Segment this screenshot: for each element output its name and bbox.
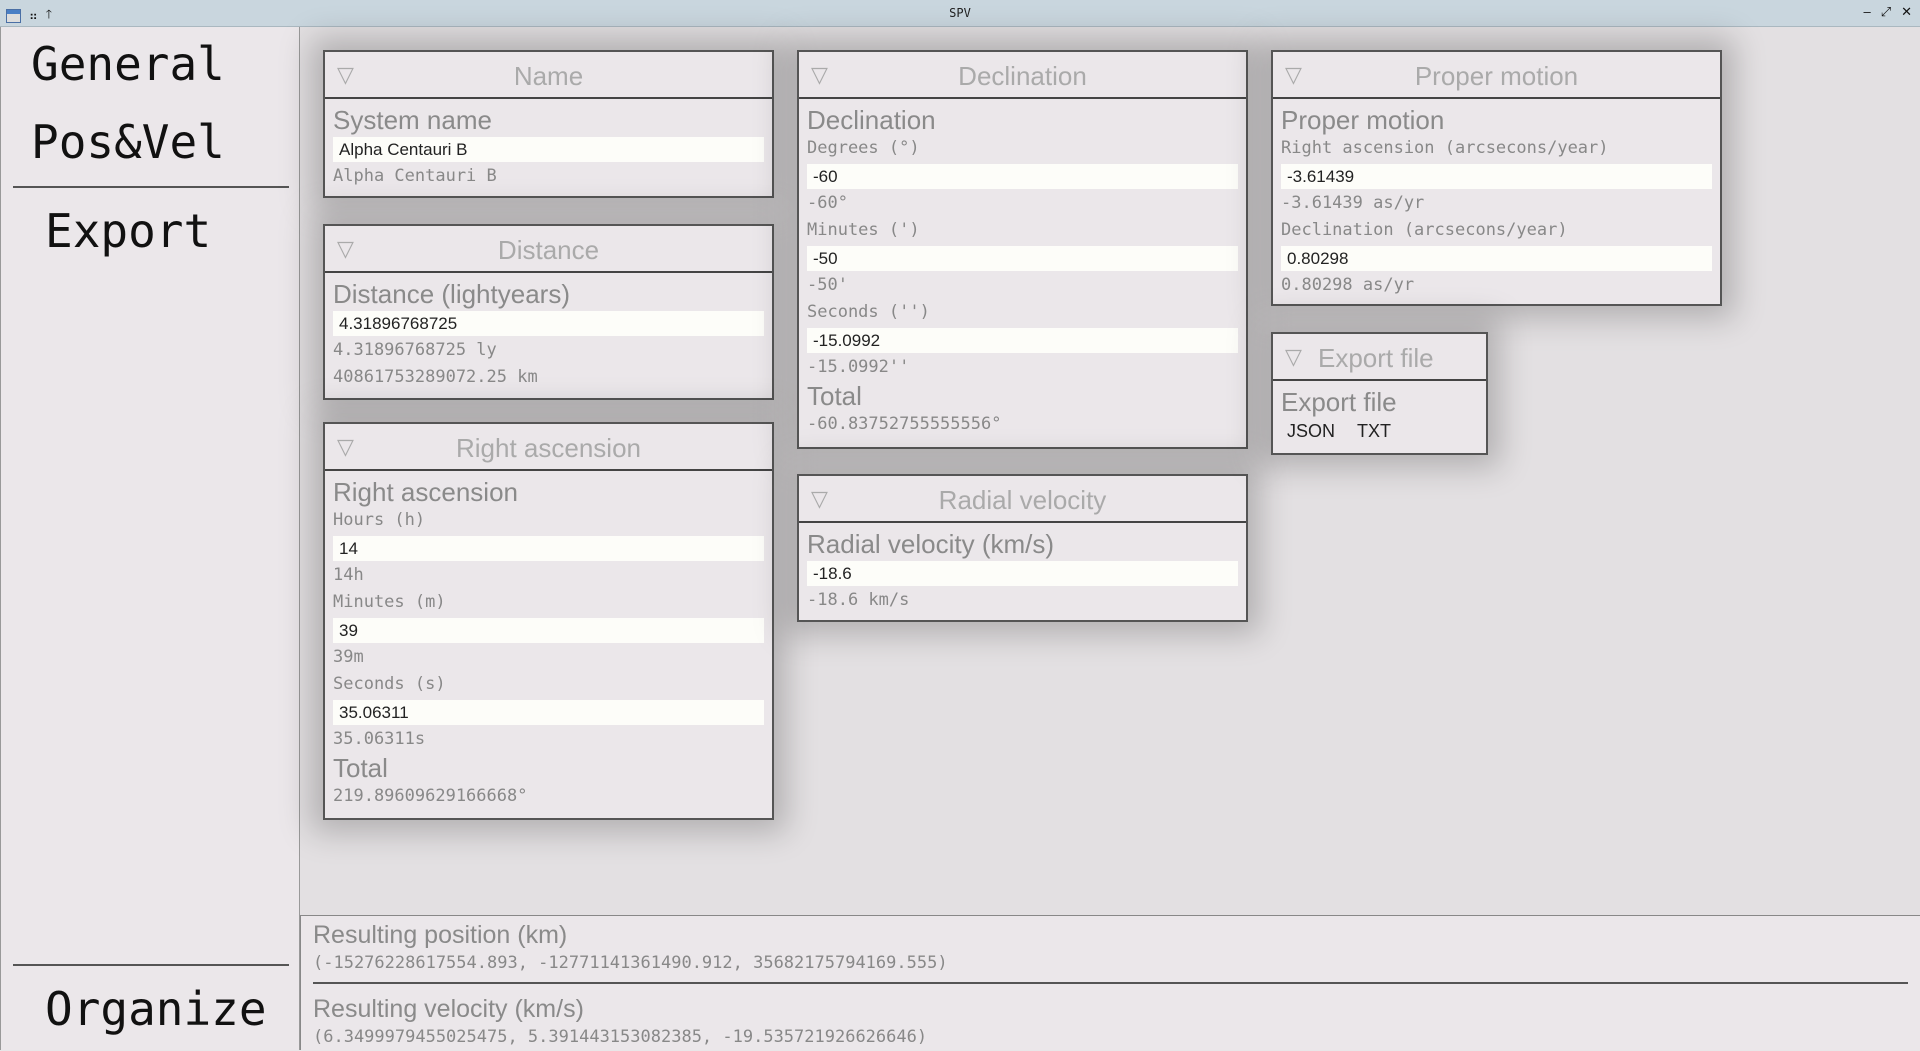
system-name-input[interactable] xyxy=(333,137,764,162)
panel-header[interactable]: ▽ Proper motion xyxy=(1273,52,1720,99)
sidebar-item-general[interactable]: General xyxy=(31,37,225,91)
panel-title: Distance xyxy=(497,235,600,265)
ra-minutes-label: Minutes (m) xyxy=(333,592,446,612)
window-title: SPV xyxy=(949,6,971,20)
panel-title: Radial velocity xyxy=(938,485,1107,515)
export-file-panel: ▽ Export file Export file JSON TXT xyxy=(1271,332,1488,455)
ra-seconds-label: Seconds (s) xyxy=(333,674,446,694)
dec-total-value: -60.83752755555556° xyxy=(807,414,1002,434)
pm-ra-label: Right ascension (arcsecons/year) xyxy=(1281,138,1609,158)
system-name-label: System name xyxy=(333,105,492,135)
resulting-position-value: (-15276228617554.893, -12771141361490.91… xyxy=(313,953,948,973)
dec-degrees-input[interactable] xyxy=(807,164,1238,189)
name-panel: ▽ Name System name Alpha Centauri B xyxy=(323,50,774,198)
declination-panel: ▽ Declination Declination Degrees (°) -60… xyxy=(797,50,1248,449)
export-file-label: Export file xyxy=(1281,387,1397,417)
sidebar-item-organize[interactable]: Organize xyxy=(45,982,267,1036)
title-bar: ⠶ 🡑 SPV ‒ ⤢ ✕ xyxy=(0,0,1920,27)
proper-motion-panel: ▽ Proper motion Proper motion Right ascen… xyxy=(1271,50,1722,306)
sidebar-item-pos-vel[interactable]: Pos&Vel xyxy=(31,115,225,169)
resulting-velocity-label: Resulting velocity (km/s) xyxy=(313,995,584,1023)
panel-header[interactable]: ▽ Right ascension xyxy=(325,424,772,471)
pm-ra-display: -3.61439 as/yr xyxy=(1281,193,1425,213)
dec-minutes-display: -50' xyxy=(807,275,848,295)
close-icon[interactable]: ✕ xyxy=(1901,4,1912,20)
panel-title: Name xyxy=(513,61,584,91)
dec-seconds-input[interactable] xyxy=(807,328,1238,353)
panel-title: Proper motion xyxy=(1414,61,1579,91)
ra-minutes-input[interactable] xyxy=(333,618,764,643)
system-name-display: Alpha Centauri B xyxy=(333,166,497,186)
results-divider xyxy=(313,982,1908,984)
panel-header[interactable]: ▽ Declination xyxy=(799,52,1246,99)
radial-velocity-panel: ▽ Radial velocity Radial velocity (km/s) … xyxy=(797,474,1248,622)
ra-hours-display: 14h xyxy=(333,565,364,585)
radial-velocity-display: -18.6 km/s xyxy=(807,590,910,610)
distance-ly-display: 4.31896768725 ly xyxy=(333,340,497,360)
panel-header[interactable]: ▽ Name xyxy=(325,52,772,99)
export-json-button[interactable]: JSON xyxy=(1287,421,1335,442)
sidebar-divider xyxy=(13,964,289,966)
main-area: ▽Name System name Alpha Centauri B ▽Dist… xyxy=(300,27,1920,915)
dec-label: Declination xyxy=(807,105,936,135)
panel-header[interactable]: ▽ Distance xyxy=(325,226,772,273)
dec-seconds-display: -15.0992'' xyxy=(807,357,910,377)
ra-hours-input[interactable] xyxy=(333,536,764,561)
radial-velocity-label: Radial velocity (km/s) xyxy=(807,529,1055,559)
panel-header[interactable]: ▽ Radial velocity xyxy=(799,476,1246,523)
pm-dec-input[interactable] xyxy=(1281,246,1712,271)
distance-panel: ▽ Distance Distance (lightyears) 4.318967… xyxy=(323,224,774,400)
distance-input[interactable] xyxy=(333,311,764,336)
radial-velocity-input[interactable] xyxy=(807,561,1238,586)
ra-seconds-input[interactable] xyxy=(333,700,764,725)
sidebar-divider xyxy=(13,186,289,188)
dec-degrees-display: -60° xyxy=(807,193,848,213)
ra-total-label: Total xyxy=(333,753,388,783)
ra-hours-label: Hours (h) xyxy=(333,510,426,530)
panel-header[interactable]: ▽ Export file xyxy=(1273,334,1486,381)
dec-seconds-label: Seconds ('') xyxy=(807,302,930,322)
dec-degrees-label: Degrees (°) xyxy=(807,138,920,158)
ra-total-value: 219.89609629166668° xyxy=(333,786,528,806)
panel-title: Declination xyxy=(958,61,1087,91)
proper-motion-label: Proper motion xyxy=(1281,105,1445,135)
panel-title: Export file xyxy=(1318,343,1434,373)
distance-km-display: 40861753289072.25 km xyxy=(333,367,538,387)
dec-total-label: Total xyxy=(807,381,862,411)
ra-label: Right ascension xyxy=(333,477,518,507)
pm-ra-input[interactable] xyxy=(1281,164,1712,189)
maximize-icon[interactable]: ⤢ xyxy=(1881,4,1891,20)
sidebar: General Pos&Vel Export Organize xyxy=(0,27,300,1050)
ra-minutes-display: 39m xyxy=(333,647,364,667)
dec-minutes-label: Minutes (') xyxy=(807,220,920,240)
export-txt-button[interactable]: TXT xyxy=(1357,421,1391,442)
pm-dec-label: Declination (arcsecons/year) xyxy=(1281,220,1568,240)
resulting-velocity-value: (6.3499979455025475, 5.391443153082385, … xyxy=(313,1027,928,1047)
results-area: Resulting position (km) (-15276228617554… xyxy=(300,915,1920,1050)
minimize-icon[interactable]: ‒ xyxy=(1863,4,1870,20)
dec-minutes-input[interactable] xyxy=(807,246,1238,271)
pm-dec-display: 0.80298 as/yr xyxy=(1281,275,1415,295)
resulting-position-label: Resulting position (km) xyxy=(313,921,568,949)
sidebar-item-export[interactable]: Export xyxy=(45,204,211,258)
right-ascension-panel: ▽ Right ascension Right ascension Hours (… xyxy=(323,422,774,820)
collapse-triangle-icon[interactable]: ▽ xyxy=(1285,344,1302,370)
distance-label: Distance (lightyears) xyxy=(333,279,570,309)
panel-title: Right ascension xyxy=(456,433,641,463)
ra-seconds-display: 35.06311s xyxy=(333,729,426,749)
